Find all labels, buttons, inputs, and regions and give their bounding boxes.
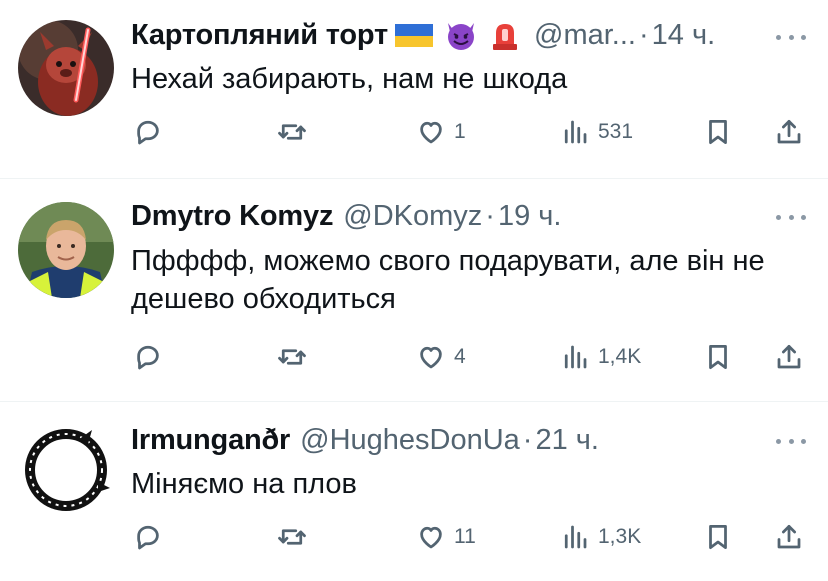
retweet-button[interactable] [277, 112, 307, 152]
author-name[interactable]: Dmytro Komyz [131, 200, 333, 233]
like-button[interactable]: 11 [416, 517, 476, 557]
share-button[interactable] [774, 337, 804, 377]
author-handle[interactable]: @HughesDonUa [300, 424, 520, 457]
avatar[interactable] [18, 20, 114, 116]
retweet-icon [278, 124, 306, 140]
ukraine-flag-icon [394, 22, 434, 49]
retweet-icon [278, 529, 306, 545]
bookmark-button[interactable] [703, 112, 733, 152]
bookmark-button[interactable] [703, 337, 733, 377]
timestamp[interactable]: 19 ч. [498, 200, 561, 233]
retweet-button[interactable] [277, 337, 307, 377]
author-handle[interactable]: @mar... [534, 19, 636, 52]
avatar[interactable] [18, 422, 114, 518]
reply-icon [137, 525, 159, 550]
share-button[interactable] [774, 112, 804, 152]
heart-icon [420, 121, 442, 144]
action-bar: 11 1,3K [0, 517, 828, 557]
retweet-button[interactable] [277, 517, 307, 557]
views-button[interactable]: 1,4K [560, 337, 641, 377]
reply-icon [137, 120, 159, 145]
tweet-text: Пфффф, можемо свого подарувати, але він … [131, 245, 765, 315]
view-count: 1,4K [598, 345, 642, 368]
views-chart-icon [564, 120, 587, 144]
smiling-devil-icon [444, 19, 478, 51]
author-name[interactable]: Irmunganðr [131, 424, 290, 457]
timestamp[interactable]: 14 ч. [652, 19, 715, 52]
police-light-icon [490, 19, 520, 51]
reply-button[interactable] [133, 517, 163, 557]
tweet[interactable]: Irmunganðr @HughesDonUa · 21 ч. Міняємо … [0, 402, 828, 581]
heart-icon [420, 526, 442, 549]
avatar-image [18, 202, 114, 298]
action-bar: 4 1,4K [0, 337, 828, 377]
author-name[interactable]: Картопляний торт [131, 19, 388, 52]
share-icon [777, 345, 801, 369]
reply-icon [137, 345, 159, 370]
like-count: 1 [454, 120, 466, 143]
share-icon [777, 120, 801, 144]
avatar[interactable] [18, 202, 114, 298]
separator-dot: · [638, 18, 649, 51]
more-options-icon[interactable] [776, 30, 806, 44]
views-chart-icon [564, 345, 587, 369]
tweet-text: Міняємо на плов [131, 468, 357, 500]
author-handle[interactable]: @DKomyz [343, 200, 482, 233]
action-bar: 1 531 [0, 112, 828, 152]
like-button[interactable]: 1 [416, 112, 466, 152]
bookmark-icon [709, 525, 727, 549]
share-icon [777, 525, 801, 549]
tweet[interactable]: Dmytro Komyz @DKomyz · 19 ч. Пфффф, може… [0, 179, 828, 401]
heart-icon [420, 346, 442, 369]
views-chart-icon [564, 525, 587, 549]
separator-dot: · [485, 199, 495, 232]
separator-dot: · [522, 423, 533, 456]
more-options-icon[interactable] [776, 434, 806, 448]
retweet-icon [278, 349, 306, 365]
view-count: 1,3K [598, 525, 642, 548]
reply-button[interactable] [133, 337, 163, 377]
tweet-text: Нехай забирають, нам не шкода [131, 63, 568, 95]
like-count: 11 [454, 525, 476, 548]
more-options-icon[interactable] [776, 210, 806, 224]
bookmark-icon [709, 345, 727, 369]
share-button[interactable] [774, 517, 804, 557]
avatar-image [18, 422, 114, 518]
tweet[interactable]: Картопляний торт @mar... · 14 ч. Нехай з… [0, 0, 828, 178]
bookmark-button[interactable] [703, 517, 733, 557]
reply-button[interactable] [133, 112, 163, 152]
timestamp[interactable]: 21 ч. [535, 424, 598, 457]
like-count: 4 [454, 345, 466, 368]
like-button[interactable]: 4 [416, 337, 466, 377]
views-button[interactable]: 531 [560, 112, 633, 152]
views-button[interactable]: 1,3K [560, 517, 641, 557]
view-count: 531 [598, 120, 634, 143]
bookmark-icon [709, 120, 727, 144]
avatar-image [18, 20, 114, 116]
